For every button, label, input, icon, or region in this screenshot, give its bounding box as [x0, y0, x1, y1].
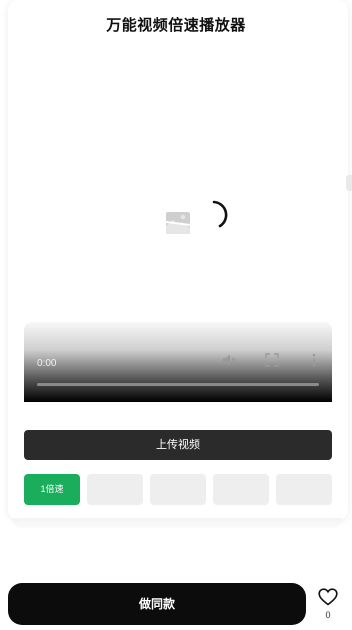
like-count: 0: [325, 610, 331, 620]
mute-icon[interactable]: [222, 353, 236, 367]
app-page: 万能视频倍速播放器 0:00 上传视频 1倍速 做同款 0: [0, 0, 352, 630]
broken-image-icon: [166, 212, 190, 234]
video-controls: 0:00: [24, 322, 332, 402]
page-title: 万能视频倍速播放器: [106, 17, 246, 34]
speed-option-1[interactable]: 1倍速: [24, 474, 80, 505]
speed-option-4[interactable]: [213, 474, 269, 505]
side-scroll-handle[interactable]: [346, 175, 352, 191]
speed-option-5[interactable]: [276, 474, 332, 505]
upload-video-button[interactable]: 上传视频: [24, 430, 332, 460]
bottom-action-bar: 做同款 0: [0, 575, 352, 630]
card-bottom-edge: [12, 518, 342, 528]
progress-bar[interactable]: [37, 383, 319, 386]
more-options-icon[interactable]: [307, 353, 321, 367]
speed-option-3[interactable]: [150, 474, 206, 505]
speed-option-2[interactable]: [87, 474, 143, 505]
heart-icon[interactable]: [318, 588, 338, 606]
current-time: 0:00: [37, 358, 57, 369]
loading-spinner-icon: [212, 200, 228, 228]
speed-options: 1倍速: [24, 474, 332, 505]
fullscreen-icon[interactable]: [265, 353, 279, 367]
make-same-button[interactable]: 做同款: [8, 583, 306, 625]
